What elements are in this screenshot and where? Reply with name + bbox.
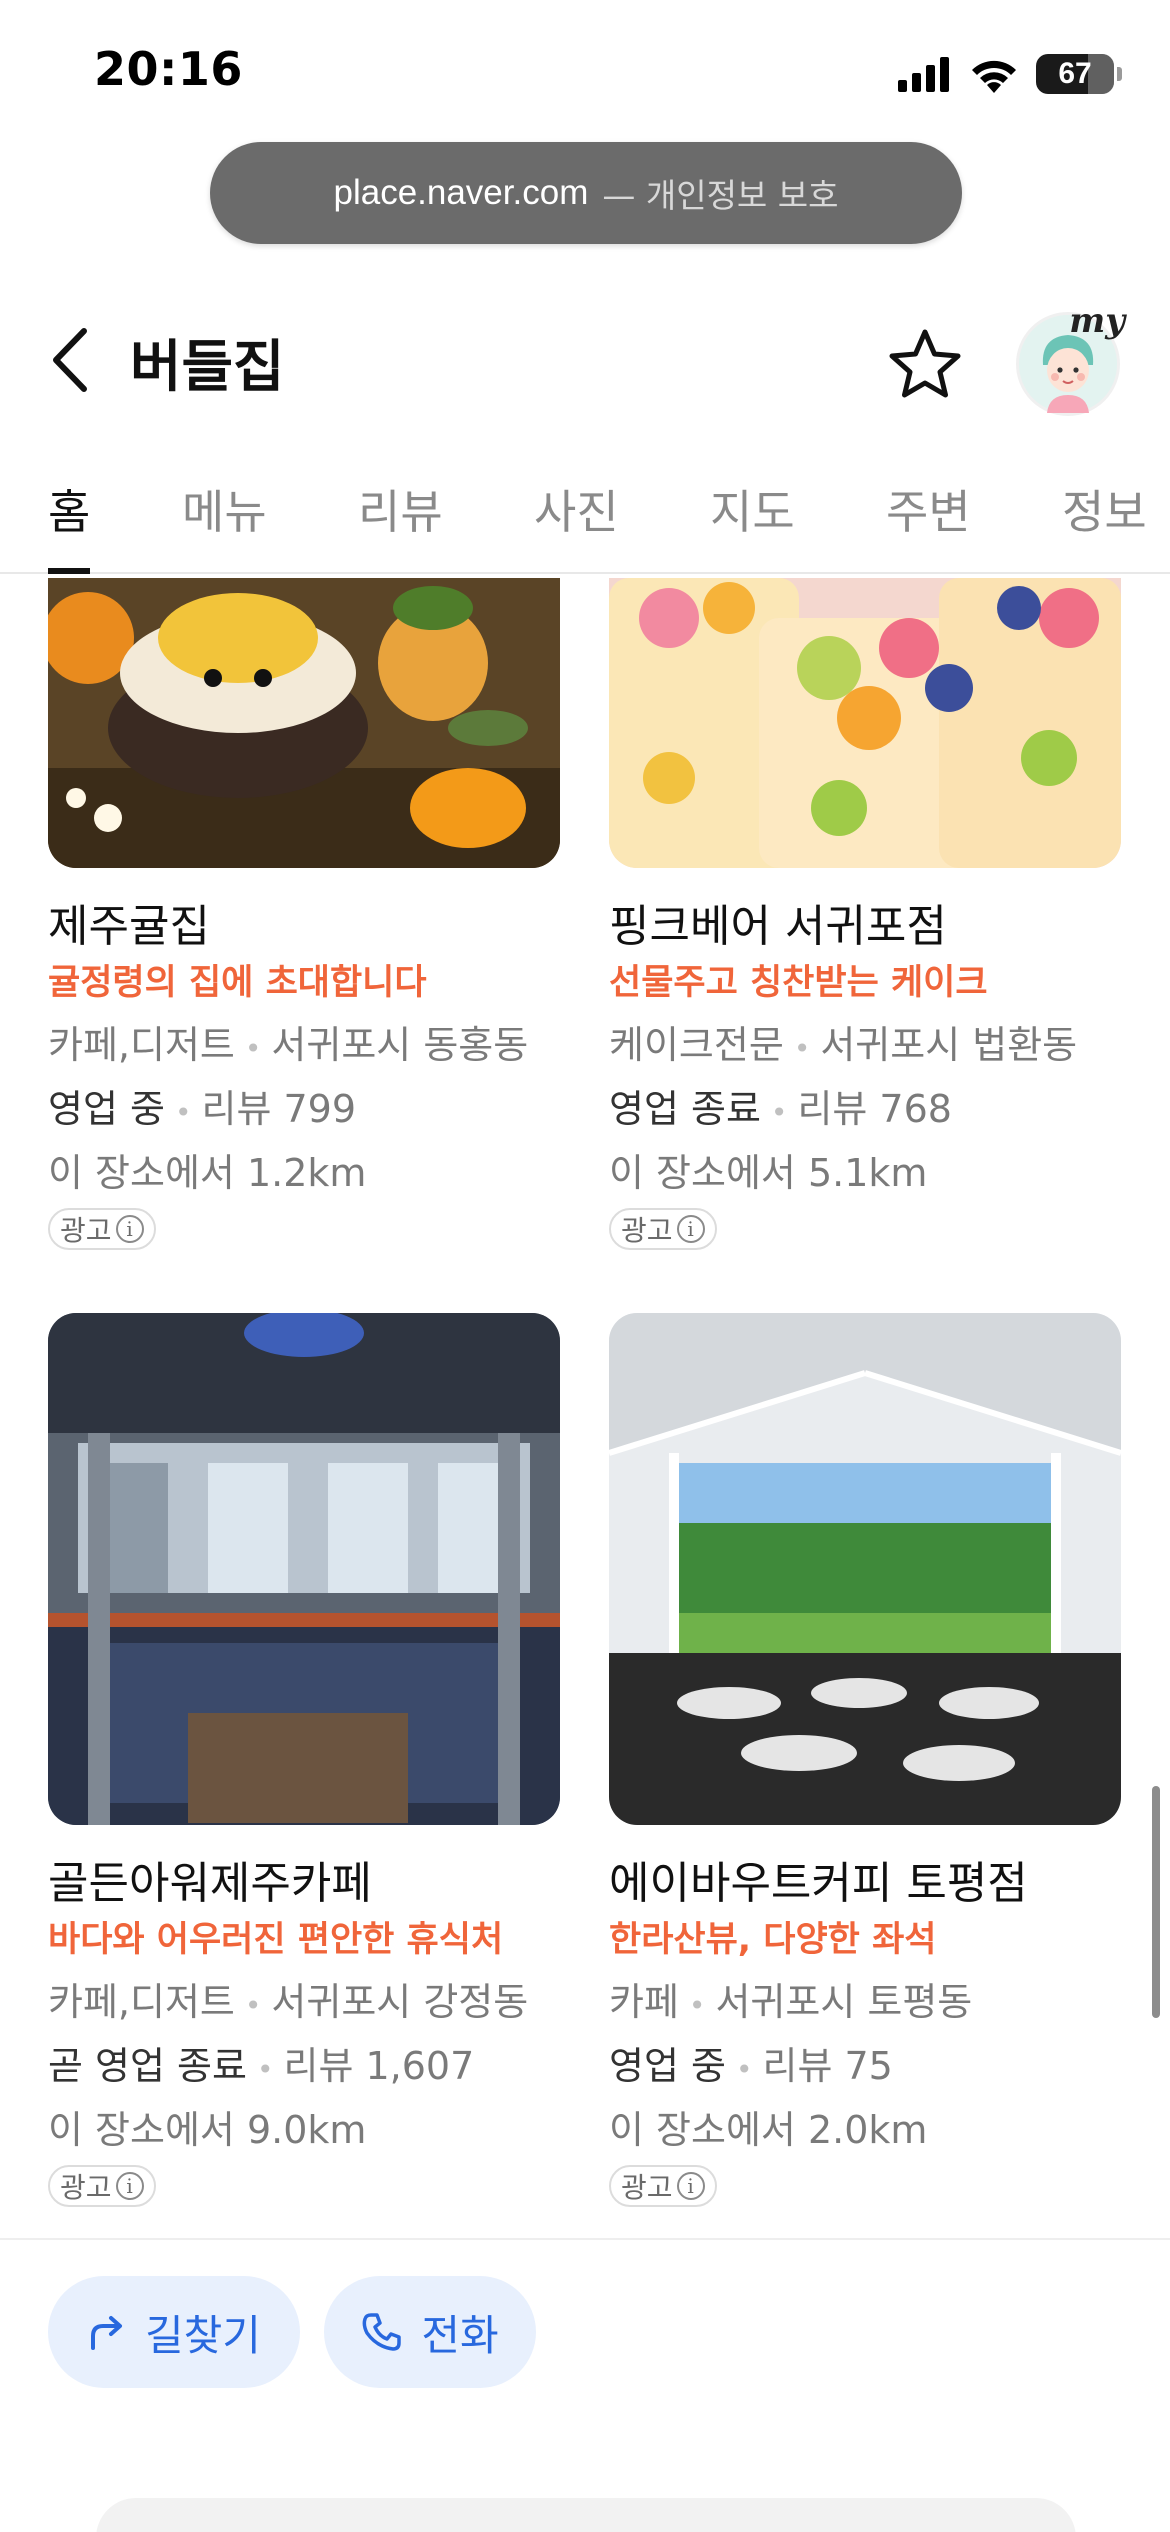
place-location: 서귀포시 강정동 [271, 1980, 529, 2024]
wifi-icon [972, 60, 1016, 93]
place-card[interactable]: 골든아워제주카페 바다와 어우러진 편안한 휴식처 카페,디저트 • 서귀포시 강정… [48, 1313, 560, 2207]
tab-home[interactable]: 홈 [48, 476, 90, 542]
place-card[interactable]: 에이바우트커피 토평점 한라산뷰, 다양한 좌석 카페 • 서귀포시 토평동 영업 … [609, 1313, 1121, 2207]
directions-arrow-icon [91, 2316, 123, 2350]
call-label: 전화 [421, 2310, 499, 2360]
battery-level: 67 [1058, 57, 1092, 90]
place-category: 케이크전문 [609, 1023, 784, 1067]
info-icon: i [676, 2172, 705, 2200]
place-photo [48, 1313, 560, 1825]
tab-map[interactable]: 지도 [710, 476, 795, 542]
status-icons: 67 [898, 52, 1122, 96]
place-category-location: 카페,디저트 • 서귀포시 강정동 [48, 1980, 529, 2024]
url-host: place.naver.com [333, 173, 589, 212]
place-status: 영업 중 [609, 2044, 726, 2088]
privacy-note: — 개인정보 보호 [602, 176, 839, 215]
place-location: 서귀포시 법환동 [820, 1023, 1078, 1067]
cellular-signal-icon [898, 57, 949, 92]
place-category-location: 카페 • 서귀포시 토평동 [609, 1980, 973, 2024]
save-favorite-button[interactable] [886, 326, 964, 404]
tab-reviews[interactable]: 리뷰 [358, 476, 443, 542]
ad-badge[interactable]: 광고 i [48, 2165, 156, 2207]
url-bar[interactable]: place.naver.com — 개인정보 보호 [210, 142, 962, 244]
place-category-location: 카페,디저트 • 서귀포시 동홍동 [48, 1023, 529, 1067]
place-promo: 귤정령의 집에 초대합니다 [48, 963, 427, 1003]
place-distance: 이 장소에서 1.2km [48, 1151, 367, 1195]
place-category: 카페,디저트 [48, 1980, 235, 2024]
place-name: 제주귤집 [48, 901, 210, 952]
my-label: my [1069, 301, 1125, 341]
place-reviews: 리뷰 799 [201, 1087, 357, 1131]
chevron-left-icon [53, 328, 87, 392]
place-status-reviews: 영업 중 • 리뷰 799 [48, 1087, 357, 1131]
place-name: 골든아워제주카페 [48, 1858, 372, 1909]
place-status-reviews: 영업 중 • 리뷰 75 [609, 2044, 893, 2088]
place-photo [609, 1313, 1121, 1825]
place-distance: 이 장소에서 5.1km [609, 1151, 928, 1195]
place-card[interactable]: 핑크베어 서귀포점 선물주고 칭찬받는 케이크 케이크전문 • 서귀포시 법환동 영… [609, 578, 1121, 1250]
place-reviews: 리뷰 75 [762, 2044, 893, 2088]
place-location: 서귀포시 동홍동 [271, 1023, 529, 1067]
place-category: 카페 [609, 1980, 679, 2024]
my-profile-button[interactable]: my [1016, 301, 1125, 416]
place-photo [48, 578, 560, 868]
place-status: 영업 종료 [609, 1087, 761, 1131]
place-distance: 이 장소에서 9.0km [48, 2108, 367, 2152]
ad-badge[interactable]: 광고 i [609, 2165, 717, 2207]
place-location: 서귀포시 토평동 [715, 1980, 973, 2024]
place-category-location: 케이크전문 • 서귀포시 법환동 [609, 1023, 1078, 1067]
tab-info[interactable]: 정보 [1062, 476, 1147, 542]
place-promo: 선물주고 칭찬받는 케이크 [609, 963, 988, 1003]
scrollbar[interactable] [1152, 1786, 1160, 2018]
directions-button[interactable]: 길찾기 [48, 2276, 300, 2388]
place-category: 카페,디저트 [48, 1023, 235, 1067]
place-name: 핑크베어 서귀포점 [609, 901, 947, 952]
tab-nearby[interactable]: 주변 [886, 476, 971, 542]
active-tab-indicator [48, 568, 90, 574]
star-icon [889, 329, 961, 398]
ad-badge[interactable]: 광고 i [609, 1208, 717, 1250]
place-status: 곧 영업 종료 [48, 2044, 247, 2088]
place-status-reviews: 곧 영업 종료 • 리뷰 1,607 [48, 2044, 475, 2088]
ad-label: 광고 [60, 1214, 112, 1247]
place-promo: 한라산뷰, 다양한 좌석 [609, 1920, 937, 1960]
page-header: 버들집 my [0, 300, 1170, 420]
phone-icon [362, 2313, 402, 2351]
page-title: 버들집 [130, 335, 285, 400]
info-icon: i [115, 1215, 144, 1243]
place-reviews: 리뷰 1,607 [283, 2044, 475, 2088]
place-photo [609, 578, 1121, 868]
back-button[interactable] [40, 320, 100, 400]
status-time: 20:16 [94, 42, 243, 96]
divider [0, 2238, 1170, 2240]
place-name: 에이바우트커피 토평점 [609, 1858, 1028, 1909]
place-reviews: 리뷰 768 [797, 1087, 952, 1131]
battery-icon: 67 [1036, 54, 1122, 94]
place-promo: 바다와 어우러진 편안한 휴식처 [48, 1920, 504, 1960]
place-card[interactable]: 제주귤집 귤정령의 집에 초대합니다 카페,디저트 • 서귀포시 동홍동 영업 중 •… [48, 578, 560, 1250]
status-bar: 20:16 67 [0, 0, 1170, 140]
bottom-sheet-edge [96, 2498, 1076, 2532]
info-icon: i [115, 2172, 144, 2200]
call-button[interactable]: 전화 [324, 2276, 536, 2388]
ad-label: 광고 [60, 2171, 112, 2204]
tab-menu[interactable]: 메뉴 [182, 476, 267, 542]
directions-label: 길찾기 [145, 2310, 261, 2360]
tab-photos[interactable]: 사진 [534, 476, 619, 542]
ad-label: 광고 [621, 1214, 673, 1247]
ad-badge[interactable]: 광고 i [48, 1208, 156, 1250]
info-icon: i [676, 1215, 705, 1243]
tab-bar: 홈 메뉴 리뷰 사진 지도 주변 정보 [0, 460, 1170, 574]
place-distance: 이 장소에서 2.0km [609, 2108, 928, 2152]
place-status: 영업 중 [48, 1087, 165, 1131]
place-status-reviews: 영업 종료 • 리뷰 768 [609, 1087, 952, 1131]
ad-label: 광고 [621, 2171, 673, 2204]
